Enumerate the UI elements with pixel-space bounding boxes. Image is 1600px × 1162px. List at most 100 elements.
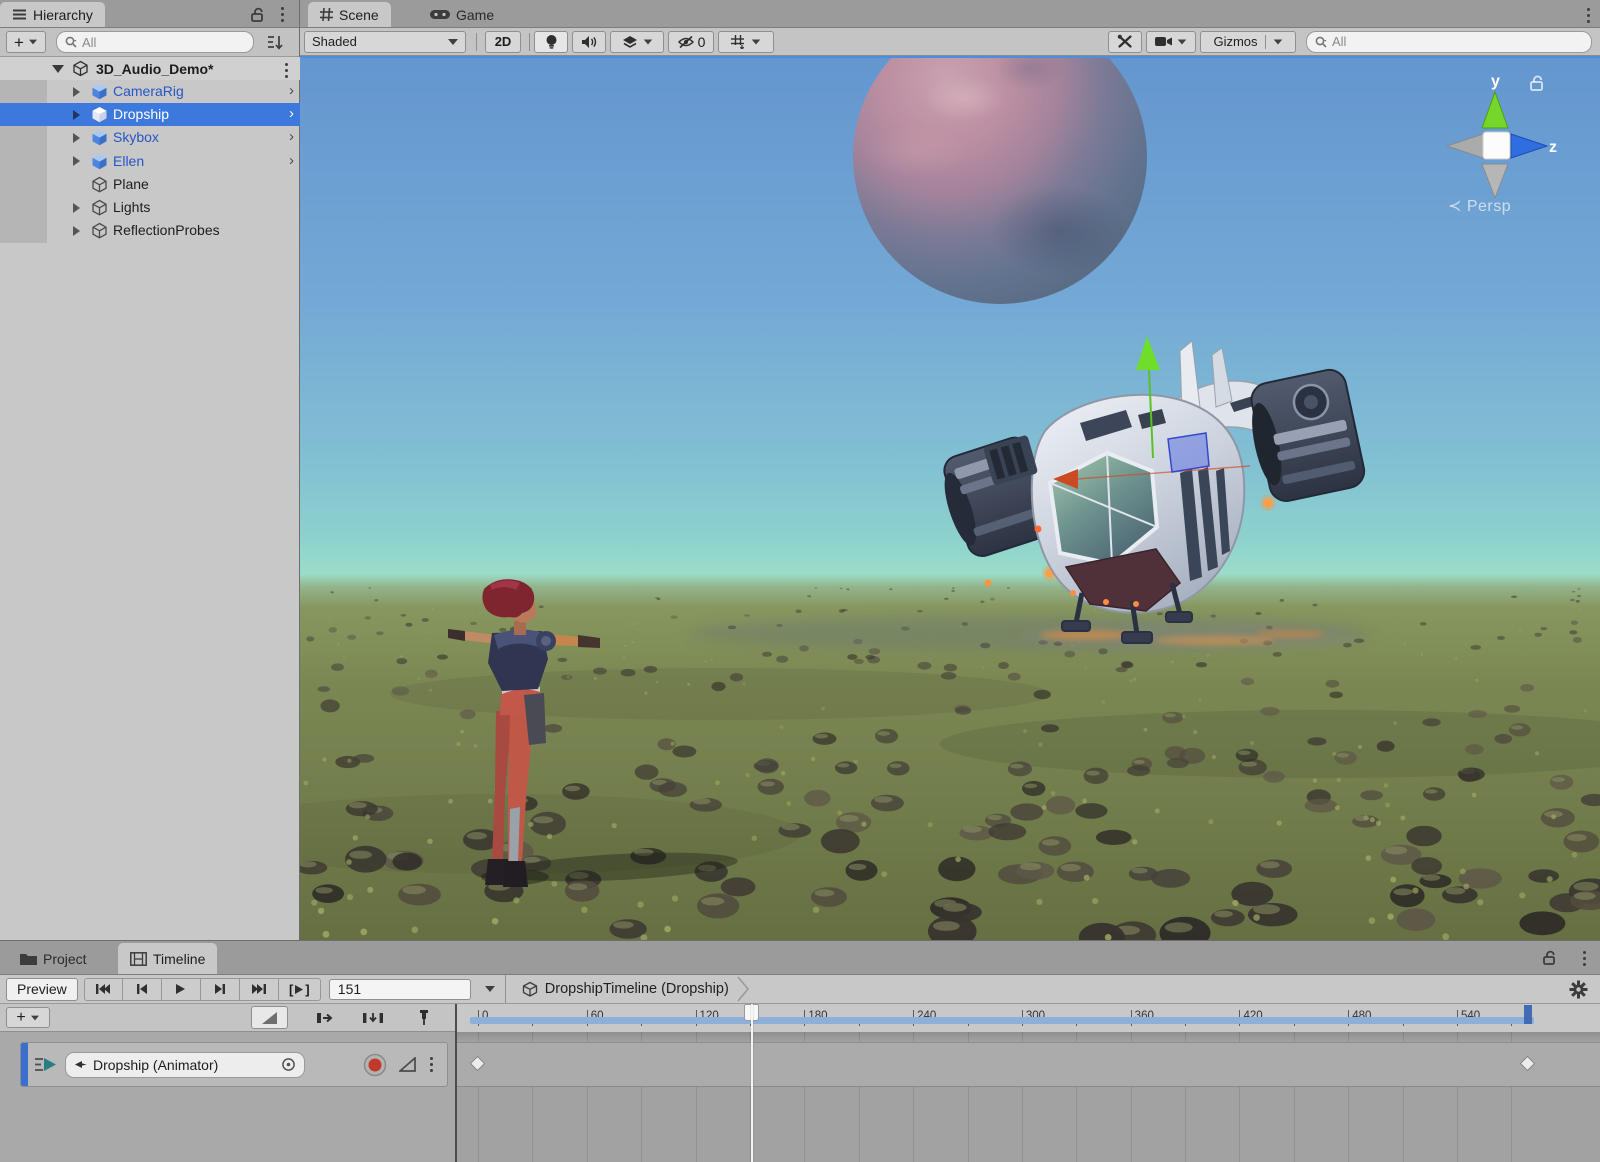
grid-snap-dropdown[interactable] [718, 31, 774, 53]
hierarchy-item-plane[interactable]: Plane [0, 173, 300, 196]
transform-gizmo[interactable] [1020, 318, 1280, 498]
goto-start-icon [96, 984, 110, 994]
axis-center-cube[interactable] [1483, 132, 1510, 159]
goto-start-button[interactable] [84, 978, 123, 1001]
scene-kebab-menu-icon[interactable] [285, 63, 288, 78]
frame-options-dropdown[interactable] [485, 986, 495, 992]
goto-end-button[interactable] [240, 978, 279, 1001]
hierarchy-kebab-menu-icon[interactable] [281, 7, 284, 22]
sort-order-icon[interactable] [266, 34, 284, 51]
tab-project[interactable]: Project [8, 943, 99, 974]
axis-y-cone[interactable] [1482, 92, 1508, 128]
gizmo-y-arrow[interactable] [1136, 336, 1160, 370]
timeline-kebab-menu-icon[interactable] [1583, 951, 1586, 966]
track-name-field[interactable]: Dropship (Animator) [65, 1052, 305, 1078]
hierarchy-item-ellen[interactable]: Ellen› [0, 150, 300, 173]
hierarchy-item-camerarig[interactable]: CameraRig › [0, 80, 300, 103]
marker-pin-toggle[interactable] [408, 1006, 440, 1029]
expand-arrow-icon[interactable] [73, 110, 80, 120]
ripple-mode-icon [363, 1012, 383, 1024]
expand-arrow-icon[interactable] [73, 203, 80, 213]
axis-neg-y-cone[interactable] [1482, 164, 1508, 198]
expand-arrow-icon[interactable] [73, 226, 80, 236]
hierarchy-item-reflectionprobes[interactable]: ReflectionProbes [0, 219, 300, 242]
lock-icon[interactable] [250, 7, 266, 22]
next-frame-button[interactable] [201, 978, 240, 1001]
add-track-button[interactable]: + [6, 1007, 50, 1028]
prefab-open-chevron-icon[interactable]: › [289, 105, 294, 122]
animator-avatar-icon [74, 1059, 87, 1070]
expand-arrow-icon[interactable] [73, 156, 80, 166]
clip-edit-mode-mix[interactable] [308, 1006, 342, 1029]
previous-frame-button[interactable] [123, 978, 162, 1001]
timeline-settings-gear-icon[interactable] [1569, 980, 1588, 999]
hierarchy-list-icon [12, 8, 27, 21]
add-object-button[interactable]: + [6, 31, 46, 53]
shading-mode-dropdown[interactable]: Shaded [304, 31, 466, 53]
preview-toggle-button[interactable]: Preview [6, 978, 78, 1001]
hierarchy-item-label: Lights [113, 199, 150, 215]
hidden-count-label: 0 [698, 34, 706, 50]
tab-scene[interactable]: Scene [308, 2, 391, 27]
lightbulb-icon [545, 34, 558, 50]
expand-arrow-icon[interactable] [73, 87, 80, 97]
scene-audio-toggle[interactable] [572, 31, 606, 53]
gizmo-plane-handle[interactable] [1168, 433, 1209, 472]
object-picker-icon[interactable] [281, 1057, 296, 1072]
tab-scene-label: Scene [339, 7, 379, 23]
hierarchy-tree: 3D_Audio_Demo* CameraRig›Dropship›Skybox… [0, 57, 299, 940]
axis-orientation-gizmo[interactable]: y z [1435, 70, 1559, 210]
clip-edit-mode-ripple[interactable] [352, 1006, 394, 1029]
viewport-lock-icon[interactable] [1528, 74, 1546, 91]
hierarchy-item-lights[interactable]: Lights [0, 196, 300, 219]
tab-hierarchy[interactable]: Hierarchy [0, 2, 105, 27]
play-icon [176, 984, 185, 994]
axis-z-cone[interactable] [1511, 134, 1547, 158]
tab-timeline[interactable]: Timeline [118, 943, 217, 974]
grid-snap-icon [731, 35, 745, 49]
record-toggle-button[interactable] [363, 1053, 387, 1077]
2d-toggle-button[interactable]: 2D [485, 31, 521, 53]
play-button[interactable] [162, 978, 201, 1001]
animator-track-header[interactable]: Dropship (Animator) [20, 1042, 448, 1087]
tab-game[interactable]: Game [418, 2, 506, 27]
gizmo-x-arrow[interactable] [1053, 469, 1078, 489]
prefab-open-chevron-icon[interactable]: › [289, 82, 294, 99]
projection-label[interactable]: ≺ Persp [1448, 196, 1511, 216]
breadcrumb[interactable]: DropshipTimeline (Dropship) [522, 975, 750, 1003]
hierarchy-search-input[interactable]: All [56, 31, 254, 53]
gizmos-dropdown[interactable]: Gizmos [1200, 31, 1296, 53]
scene-view-kebab-menu-icon[interactable] [1587, 8, 1590, 23]
prefab-open-chevron-icon[interactable]: › [289, 152, 294, 169]
tab-game-label: Game [456, 7, 494, 23]
scene-search-input[interactable]: All [1306, 31, 1592, 53]
timeline-end-marker[interactable] [1524, 1005, 1532, 1024]
tab-timeline-label: Timeline [153, 951, 205, 967]
animator-track-lane[interactable] [456, 1042, 1600, 1087]
scene-foldout-arrow[interactable] [52, 65, 64, 73]
scene-viewport[interactable]: y z ≺ Persp [300, 56, 1600, 940]
ellen-character[interactable] [430, 571, 790, 901]
hierarchy-item-dropship[interactable]: Dropship› [0, 103, 300, 126]
track-curves-button[interactable] [399, 1057, 416, 1072]
timeline-header-divider[interactable] [455, 1004, 457, 1162]
axis-neg-z-cone[interactable] [1447, 134, 1483, 158]
scene-debug-tools-button[interactable] [1108, 31, 1142, 53]
scene-lighting-toggle[interactable] [534, 31, 568, 53]
hierarchy-item-skybox[interactable]: Skybox› [0, 126, 300, 149]
curves-view-toggle[interactable] [251, 1006, 288, 1029]
track-kebab-menu-icon[interactable] [430, 1057, 433, 1072]
preview-label: Preview [17, 981, 67, 997]
play-range-button[interactable]: [ ] [279, 978, 321, 1001]
scene-effects-dropdown[interactable] [610, 31, 664, 53]
scene-camera-dropdown[interactable] [1146, 31, 1196, 53]
timeline-lock-icon[interactable] [1542, 950, 1558, 965]
timeline-range-bar[interactable] [470, 1017, 1534, 1024]
scene-visibility-toggle[interactable]: 0 [668, 31, 714, 53]
prefab-open-chevron-icon[interactable]: › [289, 128, 294, 145]
scene-header-row[interactable]: 3D_Audio_Demo* [0, 57, 300, 80]
hierarchy-item-label: CameraRig [113, 83, 184, 99]
hierarchy-item-label: Plane [113, 176, 149, 192]
expand-arrow-icon[interactable] [73, 133, 80, 143]
frame-number-input[interactable]: 151 [329, 979, 471, 1000]
